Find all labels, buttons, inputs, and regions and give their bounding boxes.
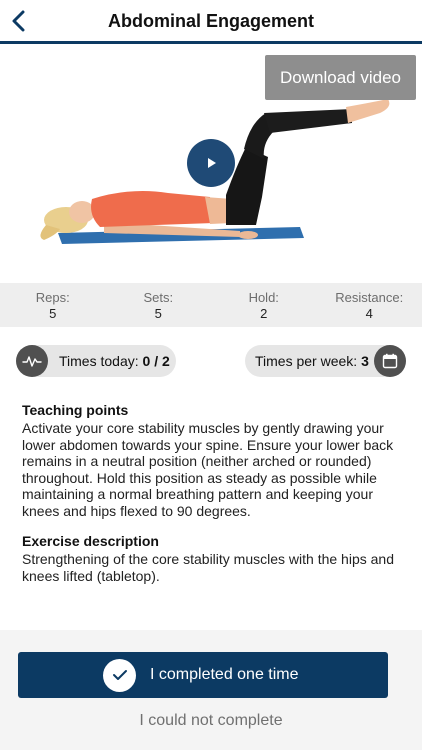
- activity-icon: [16, 345, 48, 377]
- download-video-button[interactable]: Download video: [265, 55, 416, 100]
- times-today-pill[interactable]: Times today: 0 / 2: [16, 345, 176, 377]
- completed-one-time-button[interactable]: I completed one time: [18, 652, 388, 698]
- stat-value: 5: [49, 306, 57, 321]
- stat-sets: Sets: 5: [106, 283, 212, 327]
- stat-label: Reps:: [35, 290, 70, 305]
- stat-label: Hold:: [248, 290, 279, 305]
- times-per-week-label: Times per week:: [255, 353, 358, 369]
- teaching-points-title: Teaching points: [22, 402, 129, 418]
- stat-label: Sets:: [143, 290, 174, 305]
- stat-value: 2: [260, 306, 268, 321]
- stat-value: 4: [365, 306, 373, 321]
- calendar-icon: [374, 345, 406, 377]
- exercise-description-title: Exercise description: [22, 533, 159, 549]
- teaching-points-body: Activate your core stability muscles by …: [22, 420, 394, 519]
- times-today-value: 0 / 2: [142, 353, 170, 369]
- stat-reps: Reps: 5: [0, 283, 106, 327]
- times-per-week-text: Times per week: 3: [255, 353, 369, 369]
- checkmark-icon: [103, 658, 136, 692]
- times-per-week-pill[interactable]: Times per week: 3: [245, 345, 406, 377]
- exercise-video[interactable]: Download video: [0, 47, 422, 283]
- could-not-complete-button[interactable]: I could not complete: [0, 712, 422, 730]
- stat-value: 5: [154, 306, 162, 321]
- exercise-description-body: Strengthening of the core stability musc…: [22, 551, 394, 584]
- top-bar: Abdominal Engagement: [0, 0, 422, 44]
- times-today-text: Times today: 0 / 2: [59, 353, 170, 369]
- times-today-label: Times today:: [59, 353, 139, 369]
- exercise-instructions: Teaching points Activate your core stabi…: [22, 402, 404, 584]
- completion-footer: I completed one time I could not complet…: [0, 630, 422, 750]
- stat-label: Resistance:: [335, 290, 404, 305]
- play-button[interactable]: [187, 139, 235, 187]
- play-icon: [208, 158, 216, 168]
- stat-hold: Hold: 2: [211, 283, 317, 327]
- page-title: Abdominal Engagement: [107, 11, 314, 31]
- times-per-week-value: 3: [361, 353, 369, 369]
- stat-resistance: Resistance: 4: [317, 283, 422, 327]
- exercise-parameters: Reps: 5 Sets: 5 Hold: 2 Resistance: 4: [0, 283, 422, 327]
- completed-label: I completed one time: [150, 666, 299, 683]
